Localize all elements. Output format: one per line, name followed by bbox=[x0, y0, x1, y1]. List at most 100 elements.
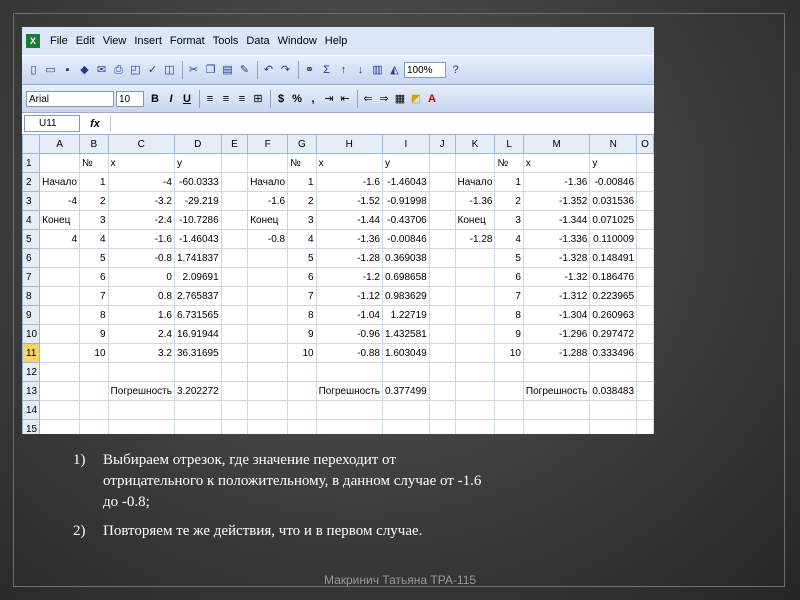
row-header[interactable]: 9 bbox=[22, 305, 41, 325]
cell-n4[interactable]: 0.071025 bbox=[589, 210, 638, 230]
cell-m9[interactable]: -1.304 bbox=[522, 305, 591, 325]
cell-b3[interactable]: 2 bbox=[79, 191, 109, 211]
autosum-icon[interactable]: Σ bbox=[319, 62, 334, 78]
cell-i10[interactable]: 1.432581 bbox=[382, 324, 430, 344]
cell-e2[interactable] bbox=[220, 172, 249, 192]
cell-g2[interactable]: 1 bbox=[287, 172, 317, 192]
fx-icon[interactable]: fx bbox=[80, 118, 110, 130]
cell-i15[interactable] bbox=[382, 419, 430, 434]
cell-m7[interactable]: -1.32 bbox=[522, 267, 591, 287]
cell-b9[interactable]: 8 bbox=[79, 305, 109, 325]
column-header-i[interactable]: I bbox=[382, 134, 430, 154]
cell-a15[interactable] bbox=[39, 419, 81, 434]
underline-button[interactable]: U bbox=[180, 91, 194, 107]
comma-button[interactable]: , bbox=[306, 91, 320, 107]
cell-g15[interactable] bbox=[287, 419, 317, 434]
cell-o6[interactable] bbox=[636, 248, 654, 268]
cell-d9[interactable]: 6.731565 bbox=[173, 305, 222, 325]
cell-l11[interactable]: 10 bbox=[494, 343, 524, 363]
cell-b2[interactable]: 1 bbox=[79, 172, 109, 192]
cell-f11[interactable] bbox=[247, 343, 289, 363]
cell-o14[interactable] bbox=[636, 400, 654, 420]
row-header[interactable]: 6 bbox=[22, 248, 41, 268]
cell-m15[interactable] bbox=[522, 419, 591, 434]
cell-n1[interactable]: y bbox=[589, 153, 638, 173]
column-header-e[interactable]: E bbox=[220, 134, 249, 154]
cell-e5[interactable] bbox=[220, 229, 249, 249]
column-header-g[interactable]: G bbox=[287, 134, 317, 154]
new-icon[interactable]: ▯ bbox=[26, 62, 41, 78]
cell-d10[interactable]: 16.91944 bbox=[173, 324, 222, 344]
cell-h13[interactable]: Погрешность bbox=[315, 381, 384, 401]
cell-i9[interactable]: 1.22719 bbox=[382, 305, 430, 325]
cell-f6[interactable] bbox=[247, 248, 289, 268]
print-preview-icon[interactable]: ◰ bbox=[128, 62, 143, 78]
cell-f3[interactable]: -1.6 bbox=[247, 191, 289, 211]
cell-k3[interactable]: -1.36 bbox=[454, 191, 496, 211]
cell-j11[interactable] bbox=[428, 343, 456, 363]
cell-n13[interactable]: 0.038483 bbox=[589, 381, 638, 401]
cell-a12[interactable] bbox=[39, 362, 81, 382]
cell-m3[interactable]: -1.352 bbox=[522, 191, 591, 211]
cell-h5[interactable]: -1.36 bbox=[315, 229, 384, 249]
cell-b8[interactable]: 7 bbox=[79, 286, 109, 306]
cell-c13[interactable]: Погрешность bbox=[107, 381, 175, 401]
cell-b13[interactable] bbox=[79, 381, 109, 401]
hyperlink-icon[interactable]: ⚭ bbox=[302, 62, 317, 78]
column-header-c[interactable]: C bbox=[107, 134, 175, 154]
fill-color-icon[interactable]: ◩ bbox=[409, 91, 423, 107]
cell-e6[interactable] bbox=[220, 248, 249, 268]
row-header[interactable]: 5 bbox=[22, 229, 41, 249]
align-right-icon[interactable]: ≡ bbox=[235, 91, 249, 107]
cell-j1[interactable] bbox=[428, 153, 456, 173]
cell-l6[interactable]: 5 bbox=[494, 248, 524, 268]
formula-input[interactable] bbox=[110, 115, 654, 132]
percent-button[interactable]: % bbox=[290, 91, 304, 107]
cell-j14[interactable] bbox=[428, 400, 456, 420]
cell-o4[interactable] bbox=[636, 210, 654, 230]
cell-i1[interactable]: y bbox=[382, 153, 430, 173]
cell-c11[interactable]: 3.2 bbox=[107, 343, 175, 363]
cell-a11[interactable] bbox=[39, 343, 81, 363]
cell-a2[interactable]: Начало bbox=[39, 172, 81, 192]
increase-indent-icon[interactable]: ⇒ bbox=[377, 91, 391, 107]
cell-j9[interactable] bbox=[428, 305, 456, 325]
cell-g9[interactable]: 8 bbox=[287, 305, 317, 325]
cell-b10[interactable]: 9 bbox=[79, 324, 109, 344]
column-header-m[interactable]: M bbox=[522, 134, 591, 154]
italic-button[interactable]: I bbox=[164, 91, 178, 107]
cell-f1[interactable] bbox=[247, 153, 289, 173]
row-header[interactable]: 14 bbox=[22, 400, 41, 420]
column-header-h[interactable]: H bbox=[315, 134, 384, 154]
cell-m4[interactable]: -1.344 bbox=[522, 210, 591, 230]
cell-e14[interactable] bbox=[220, 400, 249, 420]
redo-icon[interactable]: ↷ bbox=[278, 62, 293, 78]
cell-d6[interactable]: 1.741837 bbox=[173, 248, 222, 268]
cell-h3[interactable]: -1.52 bbox=[315, 191, 384, 211]
cell-f2[interactable]: Начало bbox=[247, 172, 289, 192]
cell-g13[interactable] bbox=[287, 381, 317, 401]
font-color-icon[interactable]: A bbox=[425, 91, 439, 107]
print-icon[interactable]: ⎙ bbox=[111, 62, 126, 78]
decrease-indent-icon[interactable]: ⇐ bbox=[361, 91, 375, 107]
cell-f5[interactable]: -0.8 bbox=[247, 229, 289, 249]
cell-n11[interactable]: 0.333496 bbox=[589, 343, 638, 363]
cell-d5[interactable]: -1.46043 bbox=[173, 229, 222, 249]
cell-e3[interactable] bbox=[220, 191, 249, 211]
cell-a3[interactable]: -4 bbox=[39, 191, 81, 211]
cell-e13[interactable] bbox=[220, 381, 249, 401]
row-header[interactable]: 13 bbox=[22, 381, 41, 401]
cell-d7[interactable]: 2.09691 bbox=[173, 267, 222, 287]
cell-j6[interactable] bbox=[428, 248, 456, 268]
column-header-b[interactable]: B bbox=[79, 134, 109, 154]
cell-k13[interactable] bbox=[454, 381, 496, 401]
cell-f13[interactable] bbox=[247, 381, 289, 401]
row-header[interactable]: 10 bbox=[22, 324, 41, 344]
cell-l2[interactable]: 1 bbox=[494, 172, 524, 192]
email-icon[interactable]: ✉ bbox=[94, 62, 109, 78]
cell-g3[interactable]: 2 bbox=[287, 191, 317, 211]
cell-l14[interactable] bbox=[494, 400, 524, 420]
cell-d15[interactable] bbox=[173, 419, 222, 434]
cell-d8[interactable]: 2.765837 bbox=[173, 286, 222, 306]
cell-b7[interactable]: 6 bbox=[79, 267, 109, 287]
